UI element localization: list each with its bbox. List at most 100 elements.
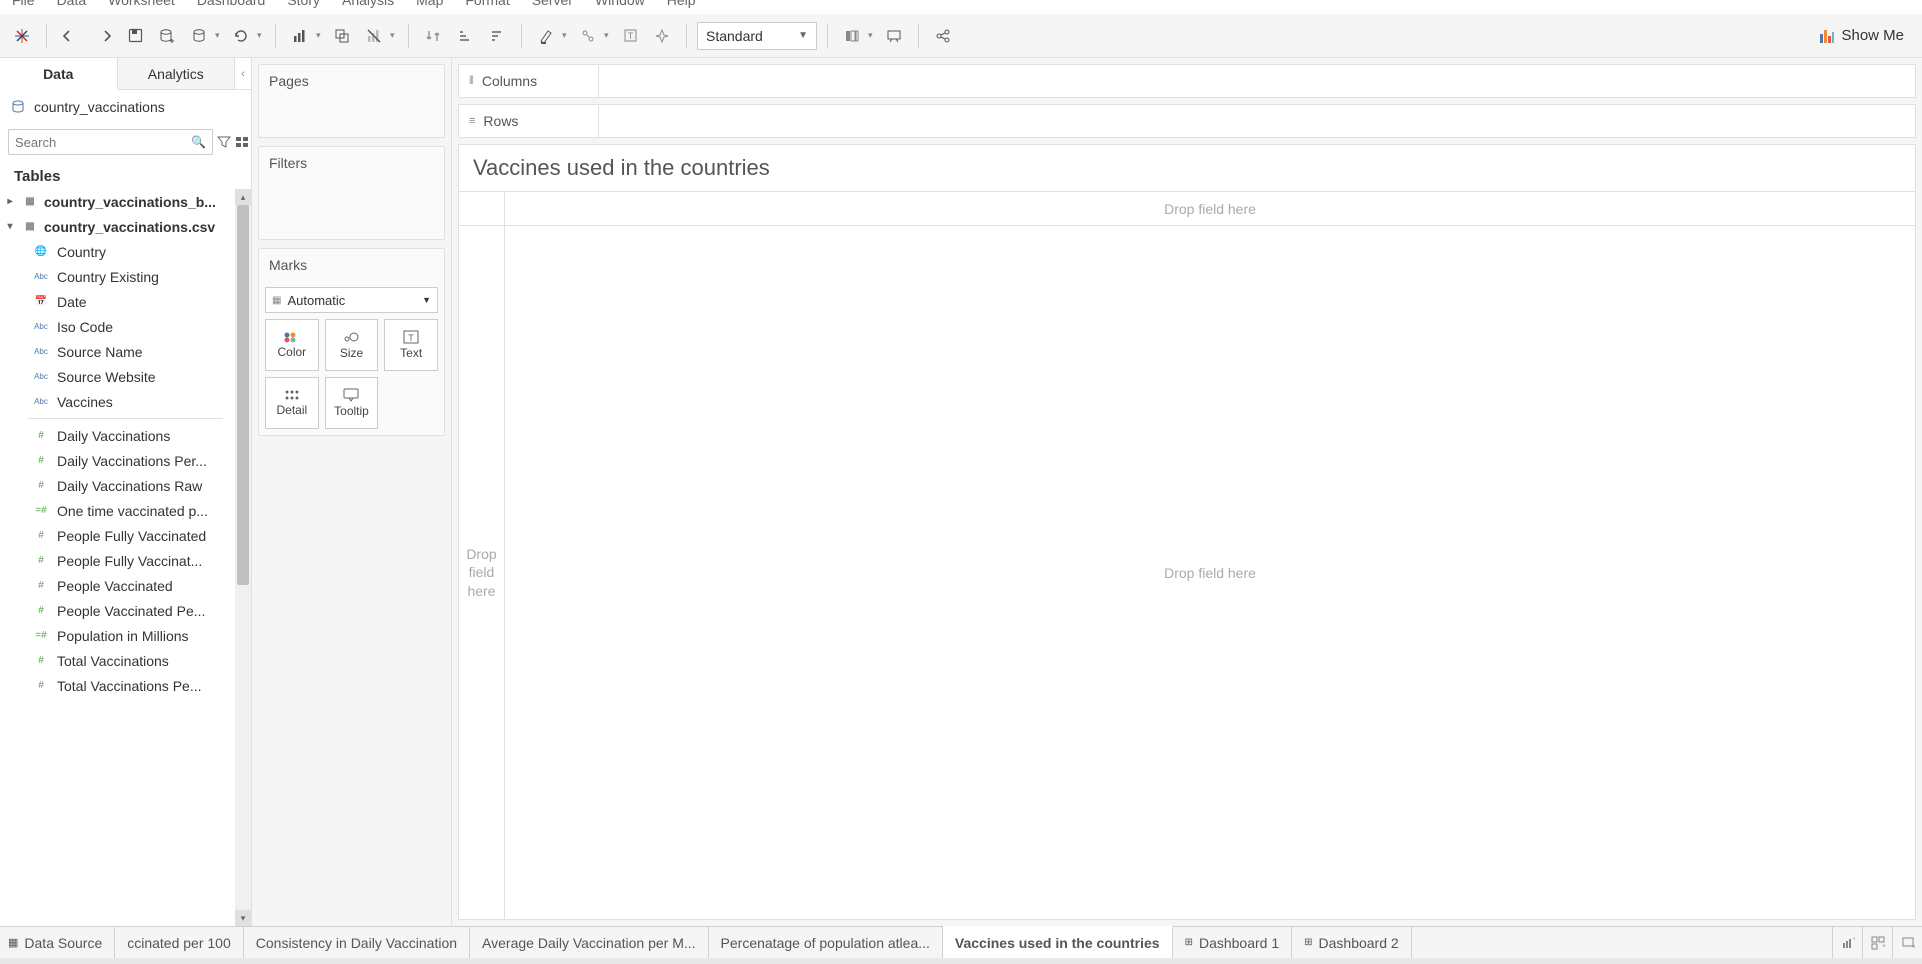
dropdown-caret-icon[interactable]: ▾ xyxy=(316,30,322,41)
search-input[interactable]: 🔍 xyxy=(8,129,213,155)
scroll-thumb[interactable] xyxy=(237,205,249,585)
field-item[interactable]: =#Population in Millions xyxy=(0,623,251,648)
field-item[interactable]: #Daily Vaccinations Raw xyxy=(0,473,251,498)
redo-icon[interactable] xyxy=(89,22,117,50)
search-icon: 🔍 xyxy=(191,135,206,149)
show-labels-icon[interactable]: T xyxy=(616,22,644,50)
tableau-logo-icon[interactable] xyxy=(8,22,36,50)
marks-size-button[interactable]: Size xyxy=(325,319,379,371)
menu-file[interactable]: File xyxy=(8,0,39,8)
fit-dropdown[interactable]: Standard ▼ xyxy=(697,22,817,50)
new-worksheet-icon[interactable] xyxy=(286,22,314,50)
dropdown-caret-icon[interactable]: ▾ xyxy=(390,30,396,41)
menu-format[interactable]: Format xyxy=(461,0,513,8)
tab-data[interactable]: Data xyxy=(0,58,118,90)
duplicate-icon[interactable] xyxy=(328,22,356,50)
filter-icon[interactable] xyxy=(217,132,231,152)
field-item[interactable]: #People Vaccinated xyxy=(0,573,251,598)
share-icon[interactable] xyxy=(929,22,957,50)
view-options-icon[interactable] xyxy=(235,132,249,152)
search-field[interactable] xyxy=(15,135,191,150)
pin-icon[interactable] xyxy=(648,22,676,50)
dropdown-caret-icon[interactable]: ▾ xyxy=(257,30,263,41)
field-item[interactable]: AbcCountry Existing xyxy=(0,264,251,289)
menu-dashboard[interactable]: Dashboard xyxy=(193,0,270,8)
tab-analytics[interactable]: Analytics xyxy=(118,58,236,89)
field-item[interactable]: #People Vaccinated Pe... xyxy=(0,598,251,623)
scrollbar[interactable]: ▴ ▾ xyxy=(235,189,251,926)
save-icon[interactable] xyxy=(121,22,149,50)
pause-auto-updates-icon[interactable] xyxy=(185,22,213,50)
refresh-icon[interactable] xyxy=(227,22,255,50)
rows-shelf[interactable]: ≡ Rows xyxy=(458,104,1916,138)
menu-worksheet[interactable]: Worksheet xyxy=(104,0,179,8)
menu-analysis[interactable]: Analysis xyxy=(338,0,398,8)
menu-data[interactable]: Data xyxy=(53,0,91,8)
sheet-tab[interactable]: Average Daily Vaccination per M... xyxy=(470,927,708,958)
new-dashboard-tab-icon[interactable]: + xyxy=(1862,927,1892,958)
drop-rows-hint[interactable]: Drop field here xyxy=(459,226,505,919)
scroll-up-icon[interactable]: ▴ xyxy=(235,189,251,205)
dropdown-caret-icon[interactable]: ▾ xyxy=(562,30,568,41)
filters-shelf[interactable]: Filters xyxy=(258,146,445,240)
presentation-icon[interactable] xyxy=(880,22,908,50)
field-item[interactable]: AbcSource Website xyxy=(0,364,251,389)
field-item[interactable]: #Total Vaccinations xyxy=(0,648,251,673)
menu-story[interactable]: Story xyxy=(283,0,324,8)
sheet-tab[interactable]: Percenatage of population atlea... xyxy=(709,927,943,958)
marks-detail-button[interactable]: Detail xyxy=(265,377,319,429)
new-datasource-icon[interactable] xyxy=(153,22,181,50)
field-item[interactable]: AbcIso Code xyxy=(0,314,251,339)
dropdown-caret-icon[interactable]: ▾ xyxy=(215,30,221,41)
svg-text:+: + xyxy=(1853,936,1855,943)
field-item[interactable]: #People Fully Vaccinated xyxy=(0,523,251,548)
highlight-icon[interactable] xyxy=(532,22,560,50)
drop-columns-hint[interactable]: Drop field here xyxy=(505,192,1915,226)
field-item[interactable]: AbcVaccines xyxy=(0,389,251,414)
menu-server[interactable]: Server xyxy=(528,0,577,8)
menu-map[interactable]: Map xyxy=(412,0,447,8)
field-item[interactable]: #Total Vaccinations Pe... xyxy=(0,673,251,698)
group-icon[interactable] xyxy=(574,22,602,50)
new-worksheet-tab-icon[interactable]: + xyxy=(1832,927,1862,958)
field-item[interactable]: #People Fully Vaccinat... xyxy=(0,548,251,573)
sort-asc-icon[interactable] xyxy=(451,22,479,50)
dashboard-tab[interactable]: ⊞ Dashboard 1 xyxy=(1173,927,1293,958)
menu-help[interactable]: Help xyxy=(663,0,700,8)
show-cards-icon[interactable] xyxy=(838,22,866,50)
table-item[interactable]: ▸ ▦ country_vaccinations_b... xyxy=(0,189,251,214)
swap-icon[interactable] xyxy=(419,22,447,50)
collapse-chevron-icon[interactable]: ‹ xyxy=(235,58,251,89)
viz-canvas[interactable]: Vaccines used in the countries Drop fiel… xyxy=(458,144,1916,920)
marks-text-button[interactable]: T Text xyxy=(384,319,438,371)
clear-sheet-icon[interactable] xyxy=(360,22,388,50)
sheet-title[interactable]: Vaccines used in the countries xyxy=(459,145,1915,191)
columns-shelf[interactable]: ⦀ Columns xyxy=(458,64,1916,98)
sheet-tab-active[interactable]: Vaccines used in the countries xyxy=(943,926,1173,958)
sort-desc-icon[interactable] xyxy=(483,22,511,50)
dashboard-tab[interactable]: ⊞ Dashboard 2 xyxy=(1292,927,1412,958)
datasource-row[interactable]: country_vaccinations xyxy=(0,90,251,124)
dropdown-caret-icon[interactable]: ▾ xyxy=(868,30,874,41)
scroll-down-icon[interactable]: ▾ xyxy=(235,910,251,926)
mark-type-dropdown[interactable]: ▦ Automatic ▼ xyxy=(265,287,438,313)
new-story-tab-icon[interactable]: + xyxy=(1892,927,1922,958)
marks-tooltip-button[interactable]: Tooltip xyxy=(325,377,379,429)
sheet-tab[interactable]: ccinated per 100 xyxy=(115,927,244,958)
dropdown-caret-icon[interactable]: ▾ xyxy=(604,30,610,41)
data-source-tab[interactable]: ▦ Data Source xyxy=(0,927,115,958)
show-me-button[interactable]: Show Me xyxy=(1809,27,1914,44)
field-item[interactable]: 📅Date xyxy=(0,289,251,314)
field-item[interactable]: #Daily Vaccinations xyxy=(0,423,251,448)
field-item[interactable]: =#One time vaccinated p... xyxy=(0,498,251,523)
field-item[interactable]: 🌐Country xyxy=(0,239,251,264)
field-item[interactable]: #Daily Vaccinations Per... xyxy=(0,448,251,473)
menu-window[interactable]: Window xyxy=(591,0,649,8)
sheet-tab[interactable]: Consistency in Daily Vaccination xyxy=(244,927,470,958)
drop-main-hint[interactable]: Drop field here xyxy=(505,226,1915,919)
undo-icon[interactable] xyxy=(57,22,85,50)
field-item[interactable]: AbcSource Name xyxy=(0,339,251,364)
marks-color-button[interactable]: Color xyxy=(265,319,319,371)
table-item[interactable]: ▾ ▦ country_vaccinations.csv xyxy=(0,214,251,239)
pages-shelf[interactable]: Pages xyxy=(258,64,445,138)
